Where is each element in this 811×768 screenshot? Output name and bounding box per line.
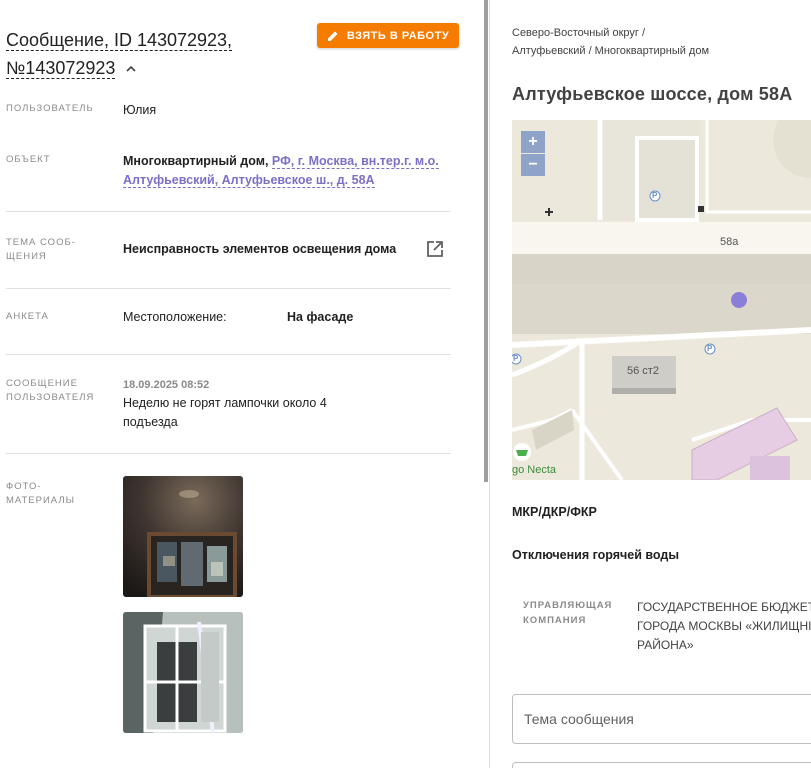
photo-thumbnail-2[interactable]: [123, 612, 243, 733]
pencil-icon: [327, 31, 338, 41]
message-text: Неделю не горят лампочки около 4 подъезда: [123, 396, 327, 429]
divider: [6, 288, 451, 289]
parking-icon: P: [652, 191, 658, 200]
photo-thumbnail-1[interactable]: [123, 476, 243, 597]
survey-value: На фасаде: [287, 310, 354, 324]
message-date: 18.09.2025 08:52: [123, 379, 210, 391]
open-external-icon[interactable]: [426, 240, 444, 258]
photos-label: ФОТО- МАТЕРИАЛЫ: [6, 481, 76, 506]
survey-label: АНКЕТА: [6, 311, 49, 322]
topic-value: Неисправность элементов освещения дома: [123, 242, 397, 256]
divider: [6, 354, 451, 355]
parking-icon: P: [707, 344, 713, 353]
message-topic-placeholder: Тема сообщения: [524, 711, 634, 727]
title-line-1: Сообщение, ID 143072923,: [6, 30, 233, 51]
mkr-section-title: МКР/ДКР/ФКР: [512, 505, 597, 519]
divider: [6, 211, 451, 212]
title-line-2: №143072923: [6, 58, 116, 79]
breadcrumb-line-1[interactable]: Северо-Восточный округ /: [512, 27, 645, 39]
hot-water-section-title: Отключения горячей воды: [512, 548, 680, 562]
object-value: Многоквартирный дом, РФ, г. Москва, вн.т…: [123, 152, 443, 190]
user-label: ПОЛЬЗОВАТЕЛЬ: [6, 103, 94, 114]
object-address-link-1[interactable]: РФ, г. Москва, вн.тер.г. м.о.: [271, 154, 439, 169]
map-canvas: [512, 120, 811, 480]
map-label-shop: go Necta: [512, 464, 557, 476]
breadcrumb: Северо-Восточный округ / Алтуфьевский / …: [512, 24, 709, 60]
management-company-value: ГОСУДАРСТВЕННОЕ БЮДЖЕТ ГОРОДА МОСКВЫ «ЖИ…: [637, 600, 811, 652]
scrollbar[interactable]: [484, 0, 488, 482]
building-address: Алтуфьевское шоссе, дом 58А: [512, 84, 793, 104]
topic-label: ТЕМА СООБ- ЩЕНИЯ: [6, 237, 76, 262]
breadcrumb-line-2[interactable]: Алтуфьевский / Многоквартирный дом: [512, 45, 709, 57]
panel-divider: [489, 0, 490, 768]
take-to-work-button[interactable]: ВЗЯТЬ В РАБОТУ: [317, 23, 459, 48]
message-text-input[interactable]: [512, 762, 811, 768]
map-label-58a: 58а: [720, 236, 739, 248]
chevron-up-icon[interactable]: [126, 64, 136, 74]
take-to-work-label: ВЗЯТЬ В РАБОТУ: [346, 29, 450, 42]
zoom-out-button[interactable]: −: [521, 154, 545, 176]
user-message-label: СООБЩЕНИЕ ПОЛЬЗОВАТЕЛЯ: [6, 378, 95, 403]
object-label: ОБЪЕКТ: [6, 154, 51, 165]
message-topic-input[interactable]: Тема сообщения: [512, 694, 811, 744]
map-label-building-56: 56 ст2: [627, 365, 659, 377]
divider: [6, 453, 451, 454]
object-address-link-2[interactable]: Алтуфьевский, Алтуфьевское ш., д. 58А: [123, 173, 375, 188]
page-title: Сообщение, ID 143072923, №143072923: [6, 26, 306, 82]
survey-key: Местоположение:: [123, 310, 227, 324]
parking-icon: P: [513, 354, 519, 363]
map[interactable]: + − 58а 56 ст2 go Necta P P P: [512, 120, 811, 480]
management-company-label: УПРАВЛЯЮЩАЯ КОМПАНИЯ: [523, 600, 613, 626]
user-value: Юлия: [123, 103, 157, 117]
zoom-in-button[interactable]: +: [521, 131, 545, 153]
object-type: Многоквартирный дом,: [123, 154, 272, 168]
message-panel: Сообщение, ID 143072923, №143072923 ВЗЯТ…: [0, 0, 487, 768]
